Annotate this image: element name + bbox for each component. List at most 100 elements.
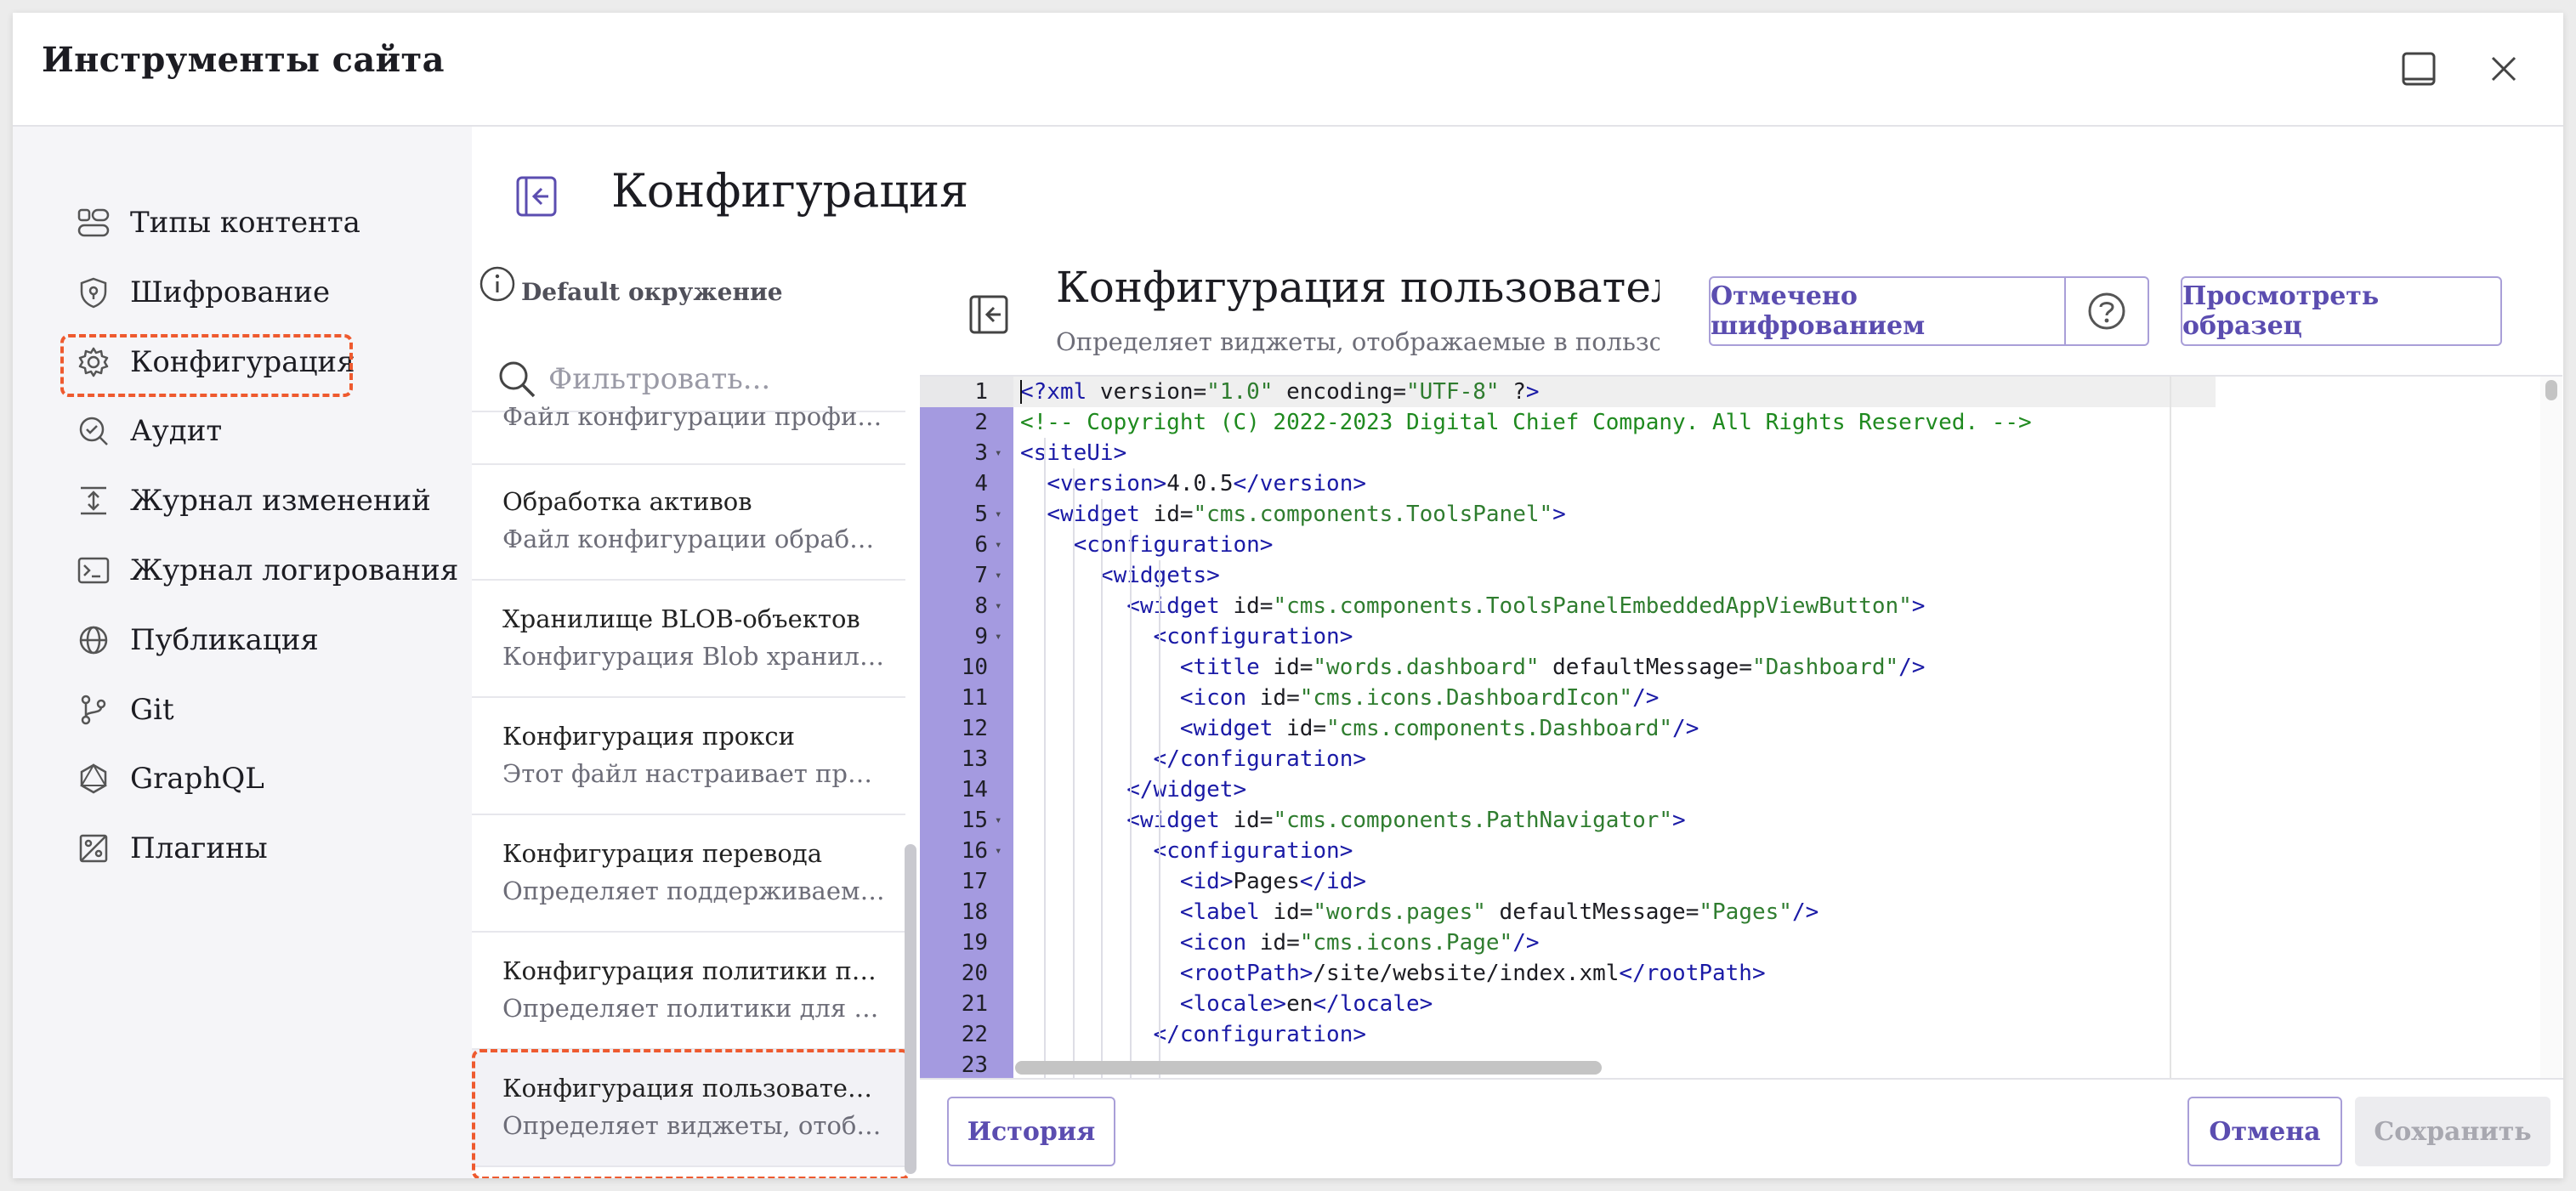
line-number: 9 — [974, 624, 988, 649]
code-line: <?xml version="1.0" encoding="UTF-8" ?> — [1020, 379, 1540, 405]
sidebar-item-label: Журнал изменений — [130, 484, 431, 518]
fold-toggle-icon[interactable]: ▾ — [995, 530, 1001, 560]
code-line: <configuration> — [1153, 838, 1353, 864]
line-number: 20 — [961, 961, 988, 986]
list-item-partial[interactable]: Файл конфигурации профиле... — [472, 402, 905, 465]
sidebar-item-label: Конфигурация — [130, 345, 355, 379]
terminal-icon — [74, 551, 113, 590]
list-item[interactable]: Конфигурация прокси Этот файл настраивае… — [472, 698, 905, 815]
list-item-desc: Определяет поддерживаемые языки — [502, 876, 885, 905]
code-line: <siteUi> — [1020, 440, 1127, 466]
site-tools-window: Инструменты сайта Типы контента Шифрован… — [13, 13, 2563, 1178]
line-number: 23 — [961, 1052, 988, 1078]
code-line: <icon id="cms.icons.Page"/> — [1179, 930, 1540, 956]
search-icon — [499, 361, 536, 398]
code-line: <widget id="cms.components.ToolsPanelEmb… — [1126, 593, 1926, 619]
list-scrollbar[interactable] — [905, 844, 916, 1174]
fold-toggle-icon[interactable]: ▾ — [995, 805, 1001, 836]
line-number: 17 — [961, 869, 988, 894]
sidebar-item-plugins[interactable]: Плагины — [74, 823, 268, 874]
sidebar-item-content-types[interactable]: Типы контента — [74, 197, 360, 248]
list-item-desc: Этот файл настраивает прокси-серверы — [502, 759, 885, 788]
code-line: <label id="words.pages" defaultMessage="… — [1179, 899, 1819, 925]
indent-guide — [1044, 438, 1046, 1080]
sidebar-item-label: Типы контента — [130, 206, 360, 240]
fold-toggle-icon[interactable]: ▾ — [995, 438, 1001, 468]
list-item-selected[interactable]: Конфигурация пользовательского интерфейс… — [472, 1050, 905, 1167]
sidebar-item-label: Шифрование — [130, 275, 331, 309]
minimize-button[interactable] — [2393, 43, 2444, 94]
list-item-desc: Конфигурация Blob хранилища — [502, 642, 885, 671]
list-item[interactable]: Хранилище BLOB-объектов Конфигурация Blo… — [472, 581, 905, 698]
line-number: 19 — [961, 930, 988, 956]
sidebar-item-audit[interactable]: Аудит — [74, 406, 222, 457]
code-line: </widget> — [1126, 777, 1247, 803]
fold-toggle-icon[interactable]: ▾ — [995, 621, 1001, 652]
editor-horizontal-scrollbar[interactable] — [1015, 1061, 1602, 1075]
history-button[interactable]: История — [947, 1097, 1115, 1166]
shield-icon — [74, 273, 113, 312]
editor-vertical-scrollbar[interactable] — [2540, 377, 2562, 1080]
line-number: 14 — [961, 777, 988, 803]
line-number: 16 — [961, 838, 988, 864]
list-item-title: Конфигурация прокси — [502, 722, 795, 751]
list-item[interactable]: Обработка активов Файл конфигурации обра… — [472, 463, 905, 581]
cancel-button[interactable]: Отмена — [2187, 1097, 2342, 1166]
fold-toggle-icon[interactable]: ▾ — [995, 836, 1001, 866]
code-line: <configuration> — [1073, 532, 1274, 558]
sidebar-item-publishing[interactable]: Публикация — [74, 615, 319, 666]
minimize-icon — [2402, 52, 2436, 86]
sidebar-item-git[interactable]: Git — [74, 684, 174, 735]
audit-icon — [74, 411, 113, 451]
list-item-title: Хранилище BLOB-объектов — [502, 604, 860, 633]
sidebar-item-label: GraphQL — [130, 762, 264, 796]
fold-toggle-icon[interactable]: ▾ — [995, 591, 1001, 621]
fold-toggle-icon[interactable]: ▾ — [995, 499, 1001, 530]
info-icon[interactable] — [479, 265, 516, 303]
close-icon — [2491, 56, 2516, 82]
code-line: <configuration> — [1153, 624, 1353, 649]
sidebar-item-label: Git — [130, 693, 174, 727]
list-item-desc: Определяет политики для проекта — [502, 994, 885, 1023]
encrypted-tags-button[interactable]: Отмечено шифрованием — [1709, 276, 2069, 346]
content-types-icon — [74, 203, 113, 242]
filter-input[interactable]: Фильтровать... — [496, 358, 770, 400]
sidebar-item-configuration[interactable]: Конфигурация — [74, 337, 355, 388]
scroll-thumb[interactable] — [2545, 380, 2557, 400]
collapse-sidebar-icon[interactable] — [514, 174, 559, 218]
fold-toggle-icon[interactable]: ▾ — [995, 560, 1001, 591]
filter-placeholder: Фильтровать... — [548, 362, 771, 396]
line-number: 1 — [974, 379, 988, 405]
indent-guide — [1130, 530, 1132, 1080]
indent-guide — [1101, 499, 1103, 1080]
sidebar-item-label: Плагины — [130, 831, 268, 865]
list-item[interactable]: Конфигурация перевода Определяет поддерж… — [472, 815, 905, 933]
git-branch-icon — [74, 690, 113, 729]
sidebar-item-graphql[interactable]: GraphQL — [74, 753, 264, 804]
sidebar-item-label: Аудит — [130, 414, 223, 448]
collapse-list-icon[interactable] — [967, 293, 1010, 336]
list-item-title: Конфигурация политики проекта — [502, 956, 885, 985]
sidebar-item-label: Публикация — [130, 623, 319, 657]
main-area: Конфигурация Default окружение Фильтрова… — [472, 127, 2563, 1178]
code-line: <!-- Copyright (C) 2022-2023 Digital Chi… — [1020, 410, 2032, 435]
list-item[interactable]: Конфигурация политики проекта Определяет… — [472, 933, 905, 1050]
code-editor[interactable]: 1 2 3 ▾ 4 5 ▾ 6 ▾ 7 ▾ 8 ▾ 9 ▾ 10 11 12 13 14 15 ▾ 16 ▾ 17 18 19 20 2… — [920, 375, 2562, 1080]
list-item-title: Обработка активов — [502, 487, 752, 516]
view-sample-button[interactable]: Просмотреть образец — [2181, 276, 2502, 346]
line-number: 2 — [974, 410, 988, 435]
code-line: <locale>en</locale> — [1179, 991, 1433, 1017]
line-number: 7 — [974, 563, 988, 588]
sidebar-item-changelog[interactable]: Журнал изменений — [74, 475, 431, 526]
config-list-panel: Default окружение Фильтровать... Файл ко… — [472, 249, 922, 1178]
sidebar-item-encryption[interactable]: Шифрование — [74, 267, 330, 318]
help-button[interactable] — [2064, 276, 2149, 346]
environment-label: Default окружение — [479, 261, 783, 306]
save-button[interactable]: Сохранить — [2355, 1097, 2550, 1166]
list-item-title: Конфигурация перевода — [502, 839, 823, 868]
help-icon — [2088, 292, 2125, 330]
sidebar-item-logging[interactable]: Журнал логирования — [74, 545, 458, 596]
editor-description: Определяет виджеты, отображаемые в польз… — [1056, 327, 1660, 356]
close-button[interactable] — [2478, 43, 2529, 94]
indent-guide — [1073, 468, 1075, 1080]
